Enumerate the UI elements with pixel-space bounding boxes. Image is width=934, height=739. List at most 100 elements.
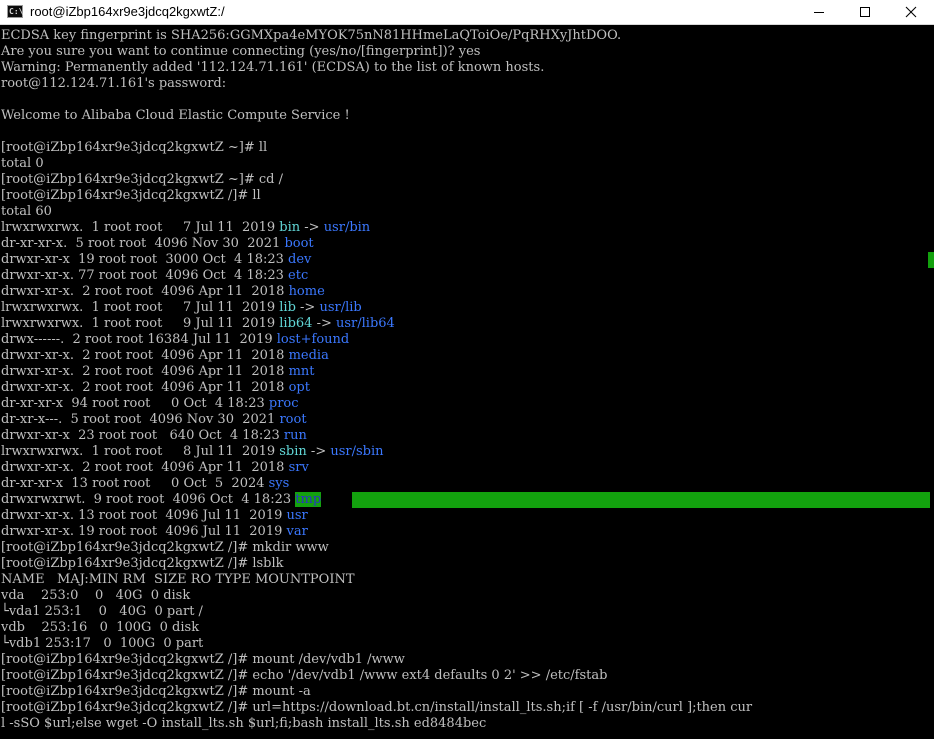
terminal-text: drwxr-xr-x. 19 root root 4096 Jul 11 201… [1, 524, 287, 539]
terminal-text: Welcome to Alibaba Cloud Elastic Compute… [1, 108, 350, 123]
terminal-line: l -sSO $url;else wget -O install_lts.sh … [1, 716, 752, 732]
terminal-text-blue: usr [286, 508, 308, 523]
terminal-text: lrwxrwxrwx. 1 root root 7 Jul 11 2019 [1, 300, 280, 315]
terminal-text: Are you sure you want to continue connec… [1, 44, 481, 59]
terminal-line: drwxr-xr-x 23 root root 640 Oct 4 18:23 … [1, 428, 752, 444]
terminal-text: drwxr-xr-x. 77 root root 4096 Oct 4 18:2… [1, 268, 289, 283]
terminal-line: drwx------. 2 root root 16384 Jul 11 201… [1, 332, 752, 348]
terminal-text: drwxr-xr-x 19 root root 3000 Oct 4 18:23 [1, 252, 289, 267]
terminal-text: drwx------. 2 root root 16384 Jul 11 201… [1, 332, 277, 347]
terminal-text-blue: run [283, 428, 307, 443]
terminal-text: vdb 253:16 0 100G 0 disk [1, 620, 200, 635]
terminal-text: NAME MAJ:MIN RM SIZE RO TYPE MOUNTPOINT [1, 572, 355, 587]
terminal-text: [root@iZbp164xr9e3jdcq2kgxwtZ /]# mount … [1, 652, 405, 667]
terminal-line: dr-xr-xr-x. 5 root root 4096 Nov 30 2021… [1, 236, 752, 252]
terminal-line: Welcome to Alibaba Cloud Elastic Compute… [1, 108, 752, 124]
terminal-line: root@112.124.71.161's password: [1, 76, 752, 92]
terminal-text: lrwxrwxrwx. 1 root root 8 Jul 11 2019 [1, 444, 280, 459]
terminal-text: [root@iZbp164xr9e3jdcq2kgxwtZ /]# ll [1, 188, 261, 203]
terminal-text: l -sSO $url;else wget -O install_lts.sh … [1, 716, 487, 731]
terminal-text-blue: lost+found [276, 332, 350, 347]
console-app-icon[interactable]: C:\ [7, 5, 23, 18]
terminal-text-cyan: sbin [279, 444, 307, 459]
terminal-output[interactable]: ECDSA key fingerprint is SHA256:GGMXpa4e… [0, 26, 934, 739]
terminal-text: drwxr-xr-x 23 root root 640 Oct 4 18:23 [1, 428, 284, 443]
terminal-text: [root@iZbp164xr9e3jdcq2kgxwtZ /]# echo '… [1, 668, 608, 683]
terminal-text-blue: opt [288, 380, 310, 395]
terminal-line: lrwxrwxrwx. 1 root root 7 Jul 11 2019 bi… [1, 220, 752, 236]
terminal-text: [root@iZbp164xr9e3jdcq2kgxwtZ /]# lsblk [1, 556, 284, 571]
terminal-line: vdb 253:16 0 100G 0 disk [1, 620, 752, 636]
close-button[interactable] [888, 0, 934, 24]
terminal-text-blue: sys [268, 476, 290, 491]
terminal-text-blue: usr/lib [319, 300, 362, 315]
terminal-text: drwxr-xr-x. 2 root root 4096 Apr 11 2018 [1, 380, 289, 395]
terminal-line: total 0 [1, 156, 752, 172]
terminal-text: [root@iZbp164xr9e3jdcq2kgxwtZ /]# url=ht… [1, 700, 753, 715]
terminal-line: drwxrwxrwt. 9 root root 4096 Oct 4 18:23… [1, 492, 752, 508]
terminal-text-blue: boot [284, 236, 314, 251]
terminal-line: dr-xr-xr-x 94 root root 0 Oct 4 18:23 pr… [1, 396, 752, 412]
terminal-text-blue: srv [288, 460, 309, 475]
terminal-text: [root@iZbp164xr9e3jdcq2kgxwtZ /]# mount … [1, 684, 311, 699]
terminal-line: Are you sure you want to continue connec… [1, 44, 752, 60]
terminal-line: [root@iZbp164xr9e3jdcq2kgxwtZ /]# echo '… [1, 668, 752, 684]
terminal-line: [root@iZbp164xr9e3jdcq2kgxwtZ /]# mount … [1, 684, 752, 700]
scroll-position-marker [928, 252, 934, 268]
terminal-line: [root@iZbp164xr9e3jdcq2kgxwtZ /]# lsblk [1, 556, 752, 572]
terminal-text-blue: usr/sbin [330, 444, 384, 459]
terminal-text: dr-xr-xr-x 13 root root 0 Oct 5 2024 [1, 476, 269, 491]
terminal-line: drwxr-xr-x 19 root root 3000 Oct 4 18:23… [1, 252, 752, 268]
terminal-text-cyan: bin [279, 220, 301, 235]
terminal-line: drwxr-xr-x. 2 root root 4096 Apr 11 2018… [1, 348, 752, 364]
terminal-line: total 60 [1, 204, 752, 220]
terminal-text: -> [295, 300, 320, 315]
terminal-text-blue: dev [288, 252, 312, 267]
terminal-text-cyan: lib64 [279, 316, 313, 331]
terminal-text: [root@iZbp164xr9e3jdcq2kgxwtZ ~]# cd / [1, 172, 283, 187]
window-title: root@iZbp164xr9e3jdcq2kgxwtZ:/ [30, 4, 225, 19]
terminal-line: drwxr-xr-x. 2 root root 4096 Apr 11 2018… [1, 284, 752, 300]
terminal-line: [root@iZbp164xr9e3jdcq2kgxwtZ ~]# ll [1, 140, 752, 156]
window-titlebar[interactable]: C:\ root@iZbp164xr9e3jdcq2kgxwtZ:/ [0, 0, 934, 25]
terminal-text: -> [312, 316, 337, 331]
terminal-line: [root@iZbp164xr9e3jdcq2kgxwtZ /]# mkdir … [1, 540, 752, 556]
terminal-text-blue: mnt [288, 364, 315, 379]
terminal-text: [root@iZbp164xr9e3jdcq2kgxwtZ ~]# ll [1, 140, 268, 155]
terminal-text-blue: etc [288, 268, 309, 283]
terminal-text: drwxr-xr-x. 13 root root 4096 Jul 11 201… [1, 508, 287, 523]
terminal-text-blue: usr/bin [323, 220, 371, 235]
terminal-lines: ECDSA key fingerprint is SHA256:GGMXpa4e… [1, 28, 752, 732]
terminal-text: root@112.124.71.161's password: [1, 76, 227, 91]
terminal-text: drwxrwxrwt. 9 root root 4096 Oct 4 18:23 [1, 492, 296, 507]
terminal-text: -> [300, 220, 324, 235]
terminal-line: └vdb1 253:17 0 100G 0 part [1, 636, 752, 652]
terminal-line: drwxr-xr-x. 2 root root 4096 Apr 11 2018… [1, 380, 752, 396]
minimize-button[interactable] [796, 0, 842, 24]
terminal-line: lrwxrwxrwx. 1 root root 9 Jul 11 2019 li… [1, 316, 752, 332]
terminal-text: drwxr-xr-x. 2 root root 4096 Apr 11 2018 [1, 284, 289, 299]
terminal-line: dr-xr-x---. 5 root root 4096 Nov 30 2021… [1, 412, 752, 428]
terminal-line: dr-xr-xr-x 13 root root 0 Oct 5 2024 sys [1, 476, 752, 492]
terminal-line: [root@iZbp164xr9e3jdcq2kgxwtZ ~]# cd / [1, 172, 752, 188]
terminal-text-blue: media [288, 348, 329, 363]
terminal-line: NAME MAJ:MIN RM SIZE RO TYPE MOUNTPOINT [1, 572, 752, 588]
terminal-line: ECDSA key fingerprint is SHA256:GGMXpa4e… [1, 28, 752, 44]
terminal-line: Warning: Permanently added '112.124.71.1… [1, 60, 752, 76]
terminal-text: Warning: Permanently added '112.124.71.1… [1, 60, 545, 75]
terminal-text: └vda1 253:1 0 40G 0 part / [1, 604, 203, 619]
terminal-line: drwxr-xr-x. 19 root root 4096 Jul 11 201… [1, 524, 752, 540]
terminal-text-tmp: tmp [295, 492, 322, 507]
terminal-line: drwxr-xr-x. 13 root root 4096 Jul 11 201… [1, 508, 752, 524]
terminal-text: └vdb1 253:17 0 100G 0 part [1, 636, 204, 651]
terminal-text: vda 253:0 0 40G 0 disk [1, 588, 191, 603]
terminal-text: total 0 [1, 156, 44, 171]
maximize-button[interactable] [842, 0, 888, 24]
terminal-text-blue: proc [268, 396, 299, 411]
terminal-text: drwxr-xr-x. 2 root root 4096 Apr 11 2018 [1, 460, 289, 475]
terminal-text: lrwxrwxrwx. 1 root root 7 Jul 11 2019 [1, 220, 280, 235]
terminal-text-blue: root [279, 412, 307, 427]
terminal-line: lrwxrwxrwx. 1 root root 7 Jul 11 2019 li… [1, 300, 752, 316]
terminal-line: drwxr-xr-x. 77 root root 4096 Oct 4 18:2… [1, 268, 752, 284]
